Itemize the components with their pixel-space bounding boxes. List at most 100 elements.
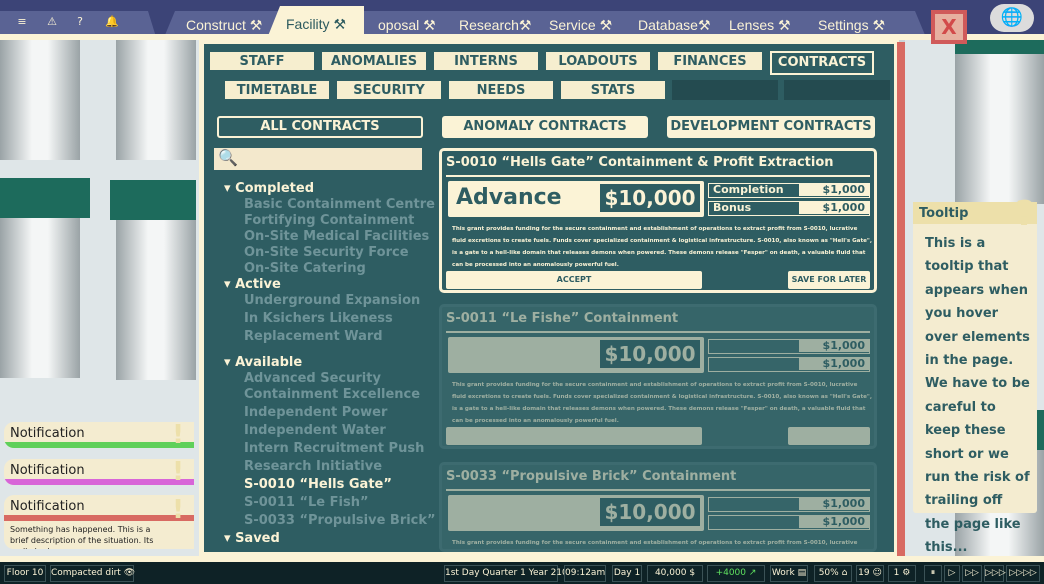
tree-item-selected[interactable]: S-0010 “Hells Gate” bbox=[224, 477, 436, 495]
stage-box: $10,000 bbox=[448, 337, 704, 373]
notification[interactable]: Notification ! bbox=[4, 422, 194, 448]
subtab-empty-1 bbox=[672, 80, 778, 100]
contract-card[interactable]: S-0010 “Hells Gate” Containment & Profit… bbox=[439, 148, 877, 293]
play-button[interactable]: ▷ bbox=[944, 565, 960, 582]
alert-icon[interactable]: ⚠ bbox=[42, 15, 62, 28]
contract-card[interactable]: S-0011 “Le Fishe” Containment $10,000 $1… bbox=[439, 304, 877, 449]
calendar-icon: ▤ bbox=[797, 568, 807, 578]
divider bbox=[446, 331, 870, 333]
globe-icon[interactable]: 🌐 bbox=[990, 4, 1034, 32]
tree-group-saved[interactable]: ▾ Saved bbox=[224, 531, 436, 547]
tab-settings[interactable]: Settings ⚒ bbox=[818, 17, 885, 34]
tab-proposal[interactable]: oposal ⚒ bbox=[378, 17, 436, 34]
tab-facility[interactable]: Facility ⚒ bbox=[268, 6, 365, 36]
income-display: +4000 ↗ bbox=[707, 565, 765, 582]
save-for-later-button[interactable]: SAVE FOR LATER bbox=[788, 271, 870, 289]
subtab-timetable[interactable]: TIMETABLE bbox=[224, 80, 330, 100]
save-for-later-button[interactable] bbox=[788, 427, 870, 445]
tree-item[interactable]: Underground Expansion bbox=[224, 293, 436, 311]
tree-item[interactable]: In Ksichers Likeness bbox=[224, 311, 436, 329]
tree-item[interactable]: Intern Recruitment Push bbox=[224, 441, 436, 459]
tree-item[interactable]: Containment Excellence bbox=[224, 387, 436, 405]
tree-item[interactable]: Independent Power bbox=[224, 405, 436, 423]
bonus-reward: $1,000 bbox=[708, 515, 870, 530]
tab-database[interactable]: Database⚒ bbox=[638, 17, 711, 34]
contract-card[interactable]: S-0033 “Propulsive Brick” Containment $1… bbox=[439, 462, 877, 552]
contract-description: This grant provides funding for the secu… bbox=[452, 382, 872, 424]
tree-item[interactable]: On-Site Security Force bbox=[224, 245, 436, 261]
subtab-finances[interactable]: FINANCES bbox=[657, 51, 763, 71]
accept-button[interactable] bbox=[446, 427, 702, 445]
completion-reward: $1,000 bbox=[708, 497, 870, 512]
fastest-forward-button[interactable]: ▷▷▷▷ bbox=[1006, 565, 1040, 582]
contract-search-input[interactable]: 🔍 bbox=[214, 148, 422, 170]
help-icon[interactable]: ? bbox=[70, 15, 90, 28]
home-icon: ⌂ bbox=[841, 568, 848, 578]
terrain-indicator[interactable]: Compacted dirt 👁 bbox=[50, 565, 135, 582]
tree-item[interactable]: S-0011 “Le Fish” bbox=[224, 495, 436, 513]
stage-box: Advance $10,000 bbox=[448, 181, 704, 217]
misc-count: 1 ⚙ bbox=[888, 565, 916, 582]
subtab-anomalies[interactable]: ANOMALIES bbox=[321, 51, 427, 71]
divider bbox=[446, 489, 870, 491]
tree-item[interactable]: Advanced Security bbox=[224, 371, 436, 387]
dollar-icon: $ bbox=[689, 568, 696, 578]
staff-count: 19 ☺ bbox=[856, 565, 884, 582]
contract-description: This grant provides funding for the secu… bbox=[452, 540, 858, 546]
notification-title: Notification bbox=[10, 499, 85, 514]
search-icon: 🔍 bbox=[218, 148, 238, 167]
tab-service[interactable]: Service ⚒ bbox=[549, 17, 612, 34]
tab-lenses[interactable]: Lenses ⚒ bbox=[729, 17, 791, 34]
alert-icon: ! bbox=[172, 422, 184, 448]
tree-group-active[interactable]: ▾ Active bbox=[224, 277, 436, 293]
tab-construct[interactable]: Construct ⚒ bbox=[186, 17, 262, 34]
filter-anomaly-contracts[interactable]: ANOMALY CONTRACTS bbox=[442, 116, 648, 138]
subtab-security[interactable]: SECURITY bbox=[336, 80, 442, 100]
list-icon[interactable]: ≡ bbox=[12, 15, 32, 28]
tree-item[interactable]: Basic Containment Centre bbox=[224, 197, 436, 213]
pause-button[interactable]: ⏸ bbox=[924, 565, 942, 582]
subtab-stats[interactable]: STATS bbox=[560, 80, 666, 100]
notification-body: Something has happened. This is a brief … bbox=[10, 525, 154, 549]
time-display: 09:12am bbox=[564, 565, 606, 582]
contract-price: $10,000 bbox=[600, 498, 700, 526]
filter-all-contracts[interactable]: ALL CONTRACTS bbox=[217, 116, 423, 138]
bell-icon[interactable]: 🔔 bbox=[102, 15, 122, 28]
tree-item[interactable]: Replacement Ward bbox=[224, 329, 436, 355]
divider bbox=[446, 175, 870, 177]
tree-item[interactable]: On-Site Catering bbox=[224, 261, 436, 277]
subtab-loadouts[interactable]: LOADOUTS bbox=[545, 51, 651, 71]
bonus-reward: $1,000 bbox=[708, 357, 870, 372]
contract-description: This grant provides funding for the secu… bbox=[452, 226, 872, 268]
close-button[interactable]: X bbox=[931, 10, 967, 44]
stage-label: Advance bbox=[456, 185, 562, 210]
faster-forward-button[interactable]: ▷▷▷ bbox=[984, 565, 1006, 582]
fast-forward-button[interactable]: ▷▷ bbox=[962, 565, 982, 582]
accept-button[interactable]: ACCEPT bbox=[446, 271, 702, 289]
floor-indicator[interactable]: Floor 10 bbox=[4, 565, 46, 582]
notification-title: Notification bbox=[10, 426, 85, 441]
subtab-staff[interactable]: STAFF bbox=[209, 51, 315, 71]
tree-item[interactable]: S-0033 “Propulsive Brick” bbox=[224, 513, 436, 531]
contract-title: S-0011 “Le Fishe” Containment bbox=[446, 311, 679, 326]
stage-box: $10,000 bbox=[448, 495, 704, 531]
tree-group-completed[interactable]: ▾ Completed bbox=[224, 181, 436, 197]
subtab-needs[interactable]: NEEDS bbox=[448, 80, 554, 100]
tree-item[interactable]: Research Initiative bbox=[224, 459, 436, 477]
notification[interactable]: Notification ! Something has happened. T… bbox=[4, 495, 194, 549]
filter-development-contracts[interactable]: DEVELOPMENT CONTRACTS bbox=[667, 116, 875, 138]
tree-item[interactable]: On-Site Medical Facilities bbox=[224, 229, 436, 245]
tree-item[interactable]: Independent Water bbox=[224, 423, 436, 441]
contract-title: S-0010 “Hells Gate” Containment & Profit… bbox=[446, 155, 834, 170]
work-toggle[interactable]: Work ▤ bbox=[770, 565, 808, 582]
subtab-contracts[interactable]: CONTRACTS bbox=[770, 51, 874, 75]
tree-item[interactable]: Fortifying Containment bbox=[224, 213, 436, 229]
percent-display: 50% ⌂ bbox=[814, 565, 852, 582]
notification-title: Notification bbox=[10, 463, 85, 478]
completion-reward: $1,000 bbox=[708, 339, 870, 354]
tree-group-available[interactable]: ▾ Available bbox=[224, 355, 436, 371]
subtab-interns[interactable]: INTERNS bbox=[433, 51, 539, 71]
tab-research[interactable]: Research⚒ bbox=[459, 17, 531, 34]
notification[interactable]: Notification ! bbox=[4, 459, 194, 485]
completion-reward: Completion $1,000 bbox=[708, 183, 870, 198]
